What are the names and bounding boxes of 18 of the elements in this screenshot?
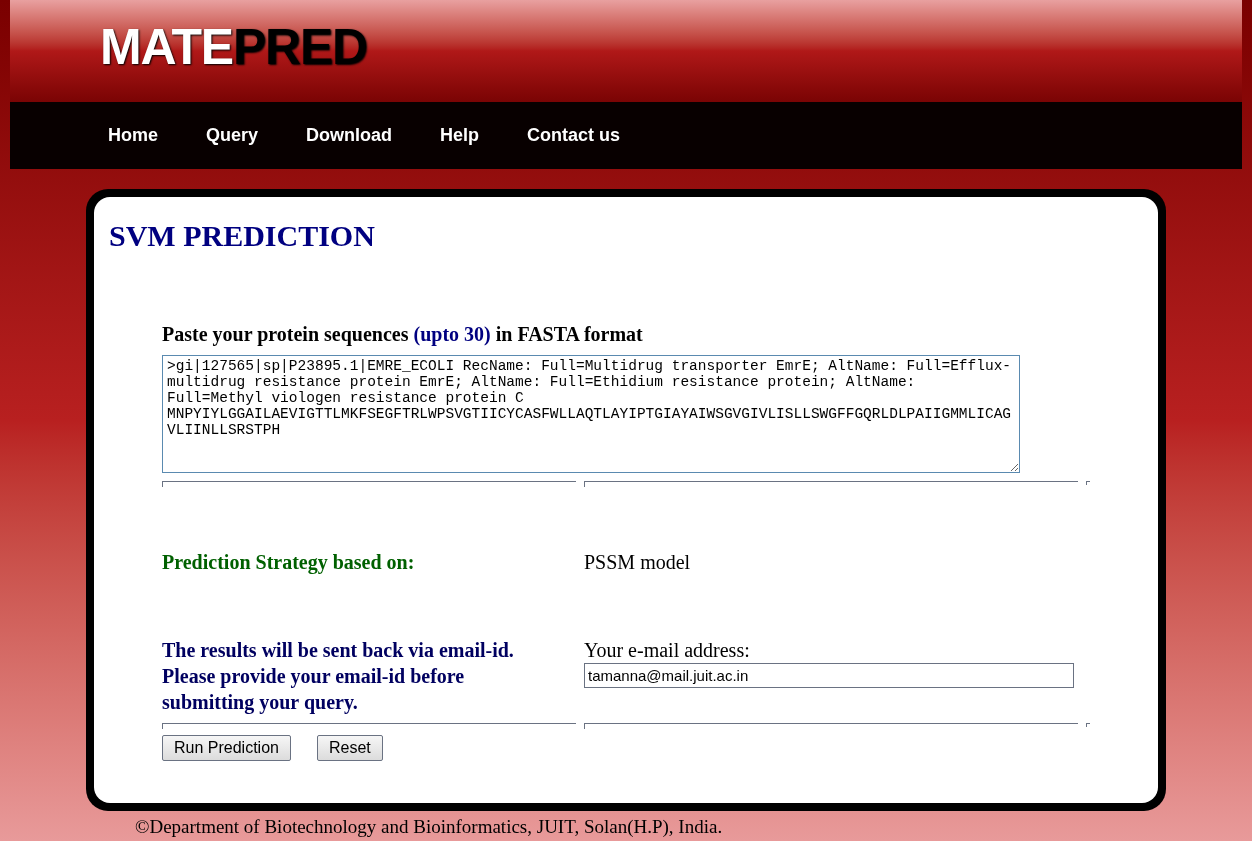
sequence-label: Paste your protein sequences (upto 30) in FASTA format (162, 322, 644, 348)
email-note: The results will be sent back via email-id. Please provide your email-id before submitting your query. (162, 638, 515, 715)
logo-text: MATE (100, 21, 233, 72)
email-field[interactable]: tamanna@mail.juit.ac.in (584, 663, 1074, 688)
logo-text: PRED (232, 21, 367, 72)
sequence-field[interactable]: >gi|127565|sp|P23895.1|EMRE_ECOLI RecName: Full=Multidrug transporter EmrE; AltName: Full=Efflux-multidrug resistance protein EmrE; AltName: Full=Ethidium resistance protein; AltName: Full=Methyl viologen resistance protein C MNPYIYLGGAILAEVIGTTLMKFSEGFTRLWPSVGTIICYCASFWLLAQTLAYIPTGIAYAIWSGVGIVLISLLSWGFFGQRLDLPAIIGMMLICAGVLIINLLSRSTPH (162, 355, 1020, 473)
nav-link[interactable]: Query (206, 121, 259, 149)
nav-link[interactable]: Download (306, 121, 393, 149)
footer-text: ©Department of Biotechnology and Bioinformatics, JUIT, Solan(H.P), India. (135, 814, 723, 839)
form-button[interactable]: Run Prediction (162, 735, 291, 761)
strategy-label: Prediction Strategy based on: (162, 550, 416, 576)
nav-link[interactable]: Help (440, 121, 480, 149)
form-button[interactable]: Reset (316, 735, 383, 761)
page-title: SVM PREDICTION (109, 217, 376, 254)
nav-link[interactable]: Home (108, 121, 158, 149)
email-label: Your e-mail address: (584, 638, 751, 663)
strategy-value: PSSM model (584, 550, 691, 575)
nav-link[interactable]: Contact us (527, 121, 621, 149)
